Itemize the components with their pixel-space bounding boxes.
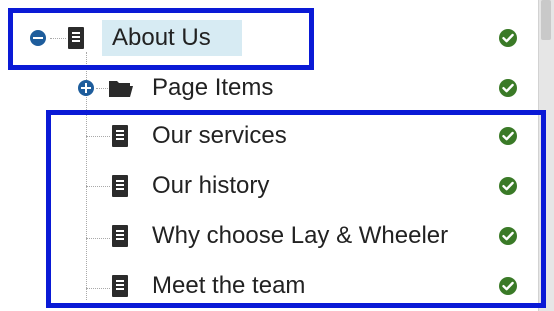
expand-plus-icon[interactable] (78, 80, 94, 96)
content-tree-panel: About Us Page Items Our services Our his… (0, 0, 554, 311)
published-check-icon (499, 29, 517, 47)
tree-item-label[interactable]: Page Items (152, 74, 273, 102)
folder-icon (109, 81, 133, 97)
annotation-highlight-root (8, 8, 314, 70)
scrollbar-thumb[interactable] (541, 0, 551, 40)
tree-item-page-items[interactable]: Page Items (0, 66, 530, 110)
annotation-highlight-children (46, 110, 546, 308)
published-check-icon (499, 79, 517, 97)
